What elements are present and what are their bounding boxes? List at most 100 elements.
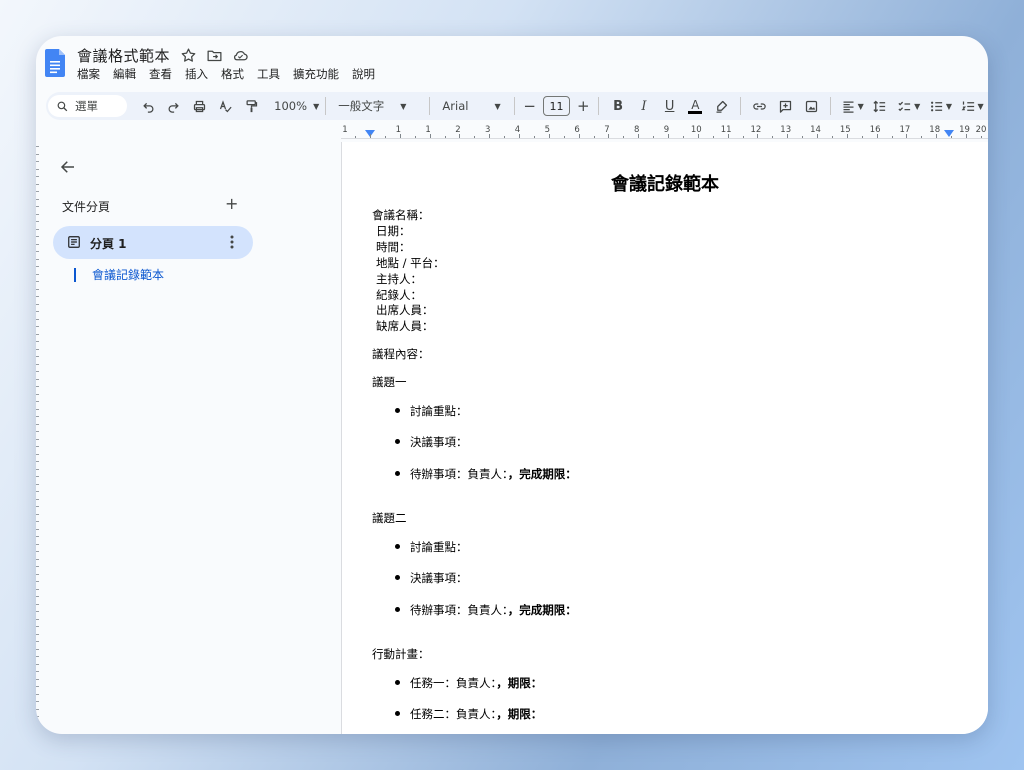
link-icon bbox=[753, 102, 767, 110]
outline-heading-item[interactable]: 會議記錄範本 bbox=[74, 266, 164, 283]
spellcheck-icon bbox=[219, 99, 232, 112]
increase-font-size-button[interactable]: + bbox=[574, 95, 592, 117]
print-button[interactable] bbox=[187, 95, 213, 117]
add-comment-button[interactable] bbox=[773, 95, 799, 117]
task-prefix: 任務二：負責人： bbox=[410, 707, 497, 721]
numbered-list-icon bbox=[961, 101, 974, 111]
ruler-label: 9 bbox=[663, 125, 670, 135]
docs-window: 會議格式範本 檔案 編輯 查看 插入 格式 工具 擴充功能 說明 選單 100%… bbox=[36, 36, 988, 734]
menu-extensions[interactable]: 擴充功能 bbox=[293, 66, 339, 82]
active-heading-indicator bbox=[74, 267, 76, 282]
menu-view[interactable]: 查看 bbox=[149, 66, 172, 82]
align-left-icon bbox=[843, 101, 854, 113]
menu-insert[interactable]: 插入 bbox=[185, 66, 208, 82]
insert-image-button[interactable] bbox=[799, 95, 825, 117]
list-item: 任務二：負責人：，期限： bbox=[410, 706, 542, 722]
list-item: 決議事項： bbox=[410, 571, 468, 585]
bullet-point bbox=[395, 711, 400, 716]
zoom-select[interactable]: 100% ▼ bbox=[274, 95, 319, 117]
paragraph-style-select[interactable]: 一般文字 ▼ bbox=[332, 95, 423, 117]
align-button[interactable]: ▼ bbox=[837, 95, 867, 117]
redo-button[interactable] bbox=[161, 95, 187, 117]
checklist-icon bbox=[898, 101, 911, 111]
paint-format-icon bbox=[246, 99, 257, 112]
add-comment-icon bbox=[780, 100, 792, 113]
document-outline-panel: 文件分頁 + 分頁 1 會議記錄範本 bbox=[36, 142, 340, 734]
bullet-point bbox=[395, 680, 400, 685]
numbered-list-button[interactable]: ▼ bbox=[956, 95, 988, 117]
font-select[interactable]: Arial ▼ bbox=[436, 95, 507, 117]
ruler-tick bbox=[474, 136, 476, 138]
chevron-down-icon: ▼ bbox=[313, 101, 320, 111]
sidebar-tab-1[interactable]: 分頁 1 bbox=[53, 226, 253, 259]
document-title[interactable]: 會議格式範本 bbox=[77, 45, 170, 66]
insert-link-button[interactable] bbox=[747, 95, 773, 117]
ruler-label: 7 bbox=[604, 125, 610, 135]
ruler-tick bbox=[504, 136, 506, 138]
toolbar-divider bbox=[325, 97, 327, 115]
add-tab-button[interactable]: + bbox=[225, 194, 238, 213]
ruler-label: 2 bbox=[455, 125, 461, 135]
redo-icon bbox=[169, 102, 180, 113]
chevron-down-icon: ▼ bbox=[977, 101, 984, 111]
task-deadline: ，期限： bbox=[496, 676, 543, 690]
cloud-saved-icon[interactable] bbox=[232, 47, 249, 64]
ruler-baseline bbox=[341, 138, 988, 139]
checklist-button[interactable]: ▼ bbox=[893, 95, 925, 117]
image-icon bbox=[805, 100, 818, 112]
list-item: 討論重點： bbox=[410, 404, 468, 418]
ruler-label: 4 bbox=[514, 125, 521, 135]
ruler-label: 8 bbox=[633, 125, 640, 135]
undo-button[interactable] bbox=[135, 95, 161, 117]
underline-button[interactable]: U bbox=[657, 95, 683, 117]
document-page[interactable]: 會議記錄範本 會議名稱： 日期： 時間： 地點 / 平台： 主持人： 紀錄人： … bbox=[341, 142, 988, 734]
move-folder-icon[interactable] bbox=[206, 47, 223, 64]
todo-deadline: ，完成期限： bbox=[507, 603, 577, 617]
menu-tools[interactable]: 工具 bbox=[257, 66, 280, 82]
paragraph-style-value: 一般文字 bbox=[338, 99, 385, 113]
search-menus-input[interactable]: 選單 bbox=[48, 95, 128, 117]
font-size-input[interactable]: 11 bbox=[542, 96, 571, 116]
chevron-down-icon: ▼ bbox=[945, 101, 952, 111]
meta-line: 日期： bbox=[376, 224, 411, 238]
docs-logo-icon[interactable] bbox=[45, 49, 65, 77]
bulleted-list-button[interactable]: ▼ bbox=[925, 95, 957, 117]
horizontal-ruler[interactable]: 1 1 1 2 3 4 5 6 7 8 9 10 11 12 13 14 15 16 17 18 19 20 bbox=[341, 124, 988, 142]
text-color-label: A bbox=[691, 97, 700, 112]
menu-file[interactable]: 檔案 bbox=[77, 66, 100, 82]
spellcheck-button[interactable] bbox=[213, 95, 239, 117]
ruler-label: 1 bbox=[395, 125, 402, 135]
undo-icon bbox=[142, 102, 154, 113]
italic-button[interactable]: I bbox=[631, 95, 657, 117]
ruler-tick bbox=[444, 136, 446, 138]
bold-button[interactable]: B bbox=[605, 95, 631, 117]
toolbar-divider bbox=[429, 97, 431, 115]
ruler-tick bbox=[861, 136, 863, 138]
highlight-button[interactable] bbox=[708, 95, 734, 117]
ruler-tick bbox=[355, 136, 357, 138]
bullet-point bbox=[395, 471, 400, 476]
menu-help[interactable]: 說明 bbox=[352, 66, 375, 82]
star-icon[interactable] bbox=[180, 47, 197, 64]
ruler-label: 1 bbox=[342, 125, 348, 135]
menu-format[interactable]: 格式 bbox=[221, 66, 244, 82]
ruler-label: 10 bbox=[690, 125, 702, 135]
ruler-label: 1 bbox=[425, 125, 431, 135]
menu-edit[interactable]: 編輯 bbox=[113, 66, 136, 82]
ruler-tick bbox=[831, 136, 833, 138]
task-prefix: 任務一：負責人： bbox=[410, 676, 497, 690]
ruler-label: 14 bbox=[810, 125, 821, 135]
back-arrow-icon[interactable] bbox=[59, 158, 77, 176]
text-color-button[interactable]: A bbox=[683, 95, 709, 117]
ruler-tick bbox=[921, 136, 923, 138]
paint-format-button[interactable] bbox=[238, 95, 264, 117]
line-spacing-button[interactable] bbox=[867, 95, 893, 117]
more-vert-icon[interactable] bbox=[225, 234, 239, 250]
right-indent-marker-icon[interactable] bbox=[944, 130, 954, 138]
list-item: 待辦事項：負責人：，完成期限： bbox=[410, 602, 577, 618]
topic-heading: 議題一 bbox=[372, 375, 407, 389]
ruler-tick bbox=[891, 136, 893, 138]
ruler-label: 17 bbox=[899, 125, 911, 135]
ruler-tick bbox=[742, 136, 744, 138]
decrease-font-size-button[interactable]: − bbox=[521, 95, 539, 117]
